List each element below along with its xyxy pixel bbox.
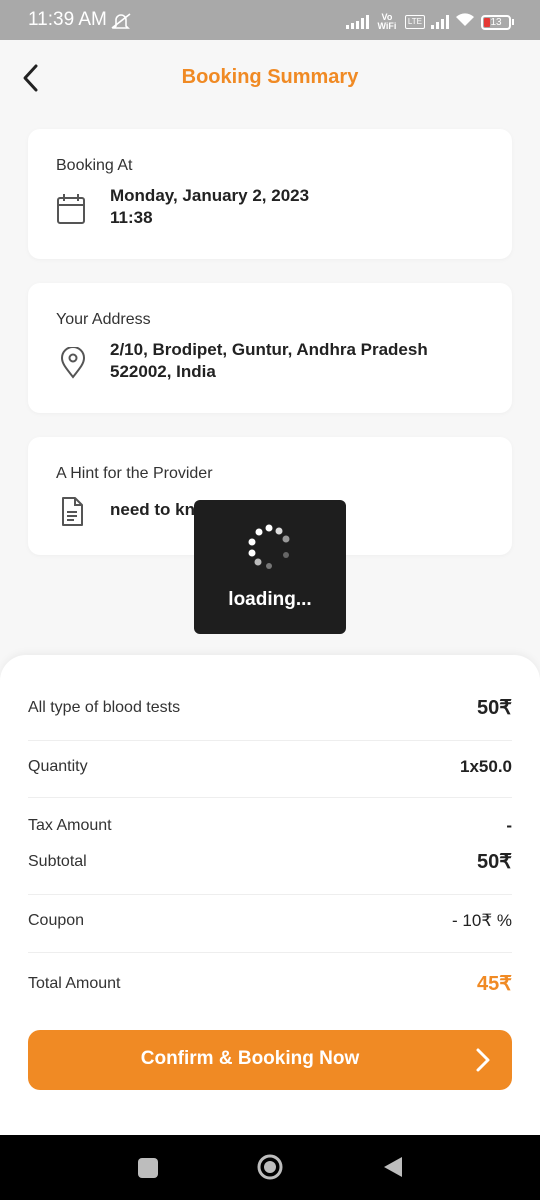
quantity-row: Quantity 1x50.0 [28,757,512,777]
divider [28,797,512,798]
booking-at-label: Booking At [56,157,133,174]
status-icons: Vo WiFi LTE 13 [345,12,514,32]
confirm-booking-button[interactable]: Confirm & Booking Now [28,1030,512,1090]
status-time: 11:39 AM [28,9,107,30]
app-header: Booking Summary [0,40,540,116]
price-summary-sheet: All type of blood tests 50₹ Quantity 1x5… [0,655,540,1135]
battery-level: 13 [490,16,502,28]
home-button[interactable] [256,1153,284,1181]
service-name: All type of blood tests [28,698,181,716]
spinner-icon [248,524,290,569]
divider [28,894,512,895]
coupon-row: Coupon - 10₹ % [28,911,512,931]
tax-value: - [506,816,512,835]
address-line2: 522002, India [110,362,216,381]
coupon-value: - 10₹ % [452,911,512,930]
subtotal-label: Subtotal [28,852,87,870]
wifi-icon [455,12,475,32]
coupon-label: Coupon [28,912,85,929]
address-label: Your Address [56,311,151,328]
total-row: Total Amount 45₹ [28,971,512,996]
address-line1: 2/10, Brodipet, Guntur, Andhra Pradesh [110,340,428,359]
system-back-button[interactable] [382,1155,404,1179]
battery-icon: 13 [481,14,514,30]
divider [28,740,512,741]
service-row: All type of blood tests 50₹ [28,695,512,720]
loading-text: loading... [228,589,312,610]
volte-badge: LTE [404,15,425,29]
subtotal-row: Subtotal 50₹ [28,849,512,874]
document-icon [60,497,92,531]
signal-icon [345,15,369,29]
tax-label: Tax Amount [28,817,112,834]
total-label: Total Amount [28,974,121,992]
chevron-right-icon [476,1048,490,1072]
divider [28,952,512,953]
signal-icon-2 [431,15,449,29]
service-price: 50₹ [477,697,512,719]
booking-at-card: Booking At Monday, January 2, 2023 11:38 [28,129,512,259]
booking-date: Monday, January 2, 2023 [110,186,310,205]
booking-time: 11:38 [110,208,153,227]
loading-dialog: loading... [194,500,346,634]
muted-alarm-icon [110,12,132,35]
system-nav-bar [0,1135,540,1200]
location-pin-icon [60,346,92,381]
page-title: Booking Summary [181,66,359,88]
confirm-booking-label: Confirm & Booking Now [140,1048,360,1069]
quantity-value: 1x50.0 [460,757,512,776]
recents-button[interactable] [138,1158,158,1178]
subtotal-value: 50₹ [477,851,512,873]
calendar-icon [56,193,88,227]
vowifi-label: Vo WiFi [377,12,397,31]
tax-row: Tax Amount - [28,816,512,836]
total-value: 45₹ [477,973,512,995]
quantity-label: Quantity [28,758,88,775]
status-bar: 11:39 AM Vo WiFi LTE 13 [0,0,540,40]
address-card: Your Address 2/10, Brodipet, Guntur, And… [28,283,512,413]
hint-label: A Hint for the Provider [56,465,213,482]
